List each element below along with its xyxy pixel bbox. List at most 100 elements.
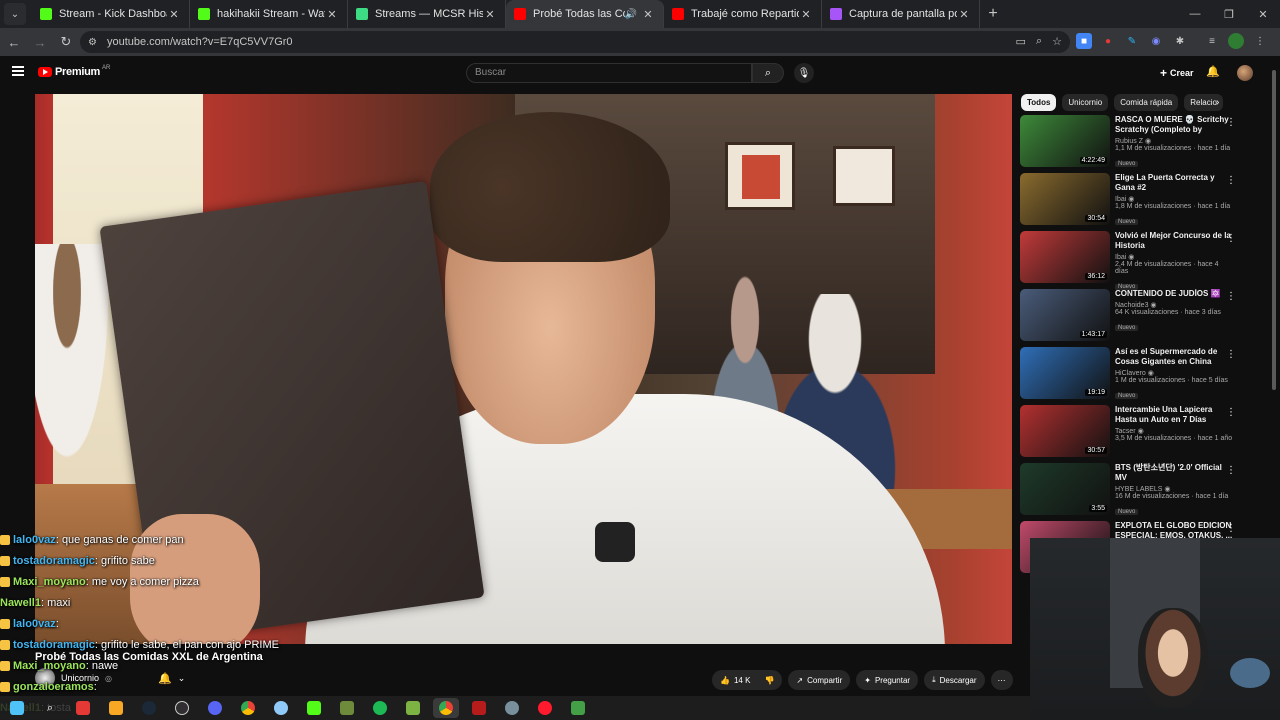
- close-window-icon[interactable]: ✕: [1246, 8, 1280, 21]
- channel-name[interactable]: Tacser ◉: [1115, 427, 1233, 435]
- browser-tab[interactable]: Captura de pantalla por Lightsh✕: [822, 0, 980, 28]
- channel-name[interactable]: HYBE LABELS ◉: [1115, 485, 1233, 493]
- create-button[interactable]: + Crear: [1154, 63, 1200, 83]
- close-tab-icon[interactable]: ✕: [641, 8, 655, 21]
- more-options-icon[interactable]: ⋮: [1226, 407, 1236, 418]
- chat-username[interactable]: lalo0vaz: [13, 618, 56, 630]
- voicemeeter-icon[interactable]: [466, 698, 492, 718]
- chat-username[interactable]: gonzaloeramos: [13, 681, 94, 693]
- chat-username[interactable]: Maxi_moyano: [13, 576, 86, 588]
- account-avatar[interactable]: [1237, 65, 1253, 81]
- minecraft-icon[interactable]: [334, 698, 360, 718]
- profile-avatar-icon[interactable]: [1228, 33, 1244, 49]
- more-options-icon[interactable]: ⋮: [1226, 349, 1236, 360]
- app-icon[interactable]: [70, 698, 96, 718]
- browser-tab[interactable]: Stream - Kick Dashboard✕: [32, 0, 190, 28]
- more-options-icon[interactable]: ⋮: [1226, 523, 1236, 534]
- app-icon[interactable]: [400, 698, 426, 718]
- video-title[interactable]: Elige La Puerta Correcta y Gana #2: [1115, 173, 1233, 193]
- like-button[interactable]: 👍 14 K 👎: [712, 670, 783, 690]
- filter-chip[interactable]: Unicornio: [1062, 94, 1109, 111]
- browser-menu-icon[interactable]: ⋮: [1252, 33, 1268, 49]
- video-thumbnail[interactable]: 19:19: [1020, 347, 1110, 399]
- url-bar[interactable]: ⚙ youtube.com/watch?v=E7qC5VV7Gr0 ▭ ⌕ ☆: [80, 31, 1070, 53]
- chat-username[interactable]: tostadoramagic: [13, 555, 95, 567]
- steam-icon[interactable]: [136, 698, 162, 718]
- chat-username[interactable]: tostadoramagic: [13, 639, 95, 651]
- channel-name[interactable]: Nachoide3 ◉: [1115, 301, 1233, 309]
- more-options-icon[interactable]: ⋮: [1226, 117, 1236, 128]
- app-icon[interactable]: [565, 698, 591, 718]
- app-icon[interactable]: [499, 698, 525, 718]
- close-tab-icon[interactable]: ✕: [483, 8, 497, 21]
- bookmark-star-icon[interactable]: ☆: [1052, 35, 1062, 48]
- close-tab-icon[interactable]: ✕: [799, 8, 813, 21]
- chrome-icon[interactable]: [433, 698, 459, 718]
- recommended-video[interactable]: 30:54 Elige La Puerta Correcta y Gana #2 I…: [1020, 173, 1242, 231]
- new-tab-button[interactable]: +: [980, 5, 1006, 23]
- obs-icon[interactable]: [169, 698, 195, 718]
- opera-icon[interactable]: [532, 698, 558, 718]
- menu-icon[interactable]: [12, 66, 24, 76]
- chat-username[interactable]: lalo0vaz: [13, 534, 56, 546]
- extension-icon[interactable]: ◉: [1148, 33, 1164, 49]
- cast-icon[interactable]: ▭: [1016, 35, 1026, 48]
- recommended-video[interactable]: 3:55 BTS (방탄소년단) '2.0' Official MV HYBE LA…: [1020, 463, 1242, 521]
- browser-tab[interactable]: Trabajé como Repartidor de Co✕: [664, 0, 822, 28]
- filter-chip[interactable]: Todos: [1021, 94, 1057, 111]
- notifications-bell-icon[interactable]: 🔔: [1206, 65, 1220, 78]
- video-thumbnail[interactable]: 30:54: [1020, 173, 1110, 225]
- recommended-video[interactable]: 36:12 Volvió el Mejor Concurso de la Hist…: [1020, 231, 1242, 290]
- chat-username[interactable]: Nawell1: [0, 597, 41, 609]
- video-title[interactable]: Así es el Supermercado de Cosas Gigantes…: [1115, 347, 1233, 367]
- video-thumbnail[interactable]: 3:55: [1020, 463, 1110, 515]
- channel-name[interactable]: Ibai ◉: [1115, 253, 1233, 261]
- restore-icon[interactable]: ❐: [1212, 8, 1246, 21]
- reading-list-icon[interactable]: ≡: [1204, 33, 1220, 49]
- search-taskbar-icon[interactable]: ⌕: [37, 698, 63, 718]
- browser-tab[interactable]: Streams — MCSR Hispano✕: [348, 0, 506, 28]
- extension-icon[interactable]: ✎: [1124, 33, 1140, 49]
- recommended-video[interactable]: 4:22:49 RASCA O MUERE 💀 Scritchy Scratchy…: [1020, 115, 1242, 173]
- discord-icon[interactable]: [202, 698, 228, 718]
- channel-name[interactable]: HiClavero ◉: [1115, 369, 1233, 377]
- video-title[interactable]: BTS (방탄소년단) '2.0' Official MV: [1115, 463, 1233, 483]
- page-scrollbar[interactable]: [1272, 70, 1276, 390]
- thumbs-down-icon[interactable]: 👎: [764, 676, 774, 685]
- windows-start-icon[interactable]: [4, 698, 30, 718]
- youtube-logo[interactable]: Premium AR: [38, 65, 110, 78]
- share-button[interactable]: ↗ Compartir: [788, 670, 851, 690]
- more-options-icon[interactable]: ⋮: [1226, 175, 1236, 186]
- more-options-icon[interactable]: ⋮: [1226, 291, 1236, 302]
- filter-chip[interactable]: Comida rápida: [1114, 94, 1179, 111]
- recommended-video[interactable]: 19:19 Así es el Supermercado de Cosas Gig…: [1020, 347, 1242, 405]
- extensions-puzzle-icon[interactable]: ✱: [1172, 33, 1188, 49]
- chrome-icon[interactable]: [235, 698, 261, 718]
- speaker-icon[interactable]: 🔊: [625, 9, 637, 20]
- reload-icon[interactable]: ↻: [54, 34, 78, 50]
- close-tab-icon[interactable]: ✕: [957, 8, 971, 21]
- video-thumbnail[interactable]: 1:43:17: [1020, 289, 1110, 341]
- site-info-icon[interactable]: ⚙: [88, 37, 97, 48]
- channel-name[interactable]: Ibai ◉: [1115, 195, 1233, 203]
- more-options-icon[interactable]: ⋮: [1226, 465, 1236, 476]
- video-thumbnail[interactable]: 30:57: [1020, 405, 1110, 457]
- video-title[interactable]: CONTENIDO DE JUDÍOS 🔯: [1115, 289, 1233, 299]
- file-explorer-icon[interactable]: [103, 698, 129, 718]
- chevron-right-icon[interactable]: ›: [1216, 97, 1219, 108]
- search-input[interactable]: Buscar: [466, 63, 752, 83]
- more-options-icon[interactable]: ⋮: [1226, 233, 1236, 244]
- browser-tab[interactable]: hakihakii Stream - Watch Live o✕: [190, 0, 348, 28]
- download-button[interactable]: ⤓ Descargar: [924, 670, 985, 690]
- close-tab-icon[interactable]: ✕: [167, 8, 181, 21]
- minimize-icon[interactable]: —: [1178, 8, 1212, 20]
- video-thumbnail[interactable]: 36:12: [1020, 231, 1110, 283]
- tab-search-icon[interactable]: ⌄: [4, 3, 26, 25]
- spotify-icon[interactable]: [367, 698, 393, 718]
- extension-icon[interactable]: ■: [1076, 33, 1092, 49]
- ask-button[interactable]: ✦ Preguntar: [856, 670, 919, 690]
- video-title[interactable]: Volvió el Mejor Concurso de la Historia: [1115, 231, 1233, 251]
- video-thumbnail[interactable]: 4:22:49: [1020, 115, 1110, 167]
- browser-tab[interactable]: Probé Todas las Comidas X🔊 ✕: [506, 0, 664, 28]
- extension-icon[interactable]: ●: [1100, 33, 1116, 49]
